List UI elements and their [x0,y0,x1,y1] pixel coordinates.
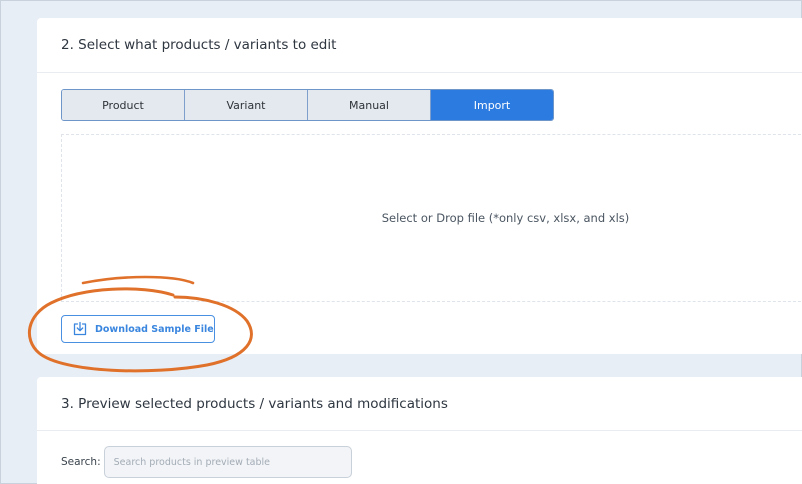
divider [37,72,802,73]
download-sample-file-label: Download Sample File [95,323,214,335]
section-title-select: 2. Select what products / variants to ed… [61,37,337,53]
tab-import[interactable]: Import [431,90,553,120]
select-products-card: 2. Select what products / variants to ed… [37,18,802,354]
search-label: Search: [61,456,101,468]
tab-product[interactable]: Product [62,90,185,120]
divider [37,430,802,431]
tab-manual[interactable]: Manual [308,90,431,120]
search-row: Search: [61,446,352,478]
section-title-preview: 3. Preview selected products / variants … [61,396,448,412]
search-input[interactable] [103,446,352,478]
download-sample-file-button[interactable]: Download Sample File [61,315,215,343]
selection-mode-tabs: Product Variant Manual Import [61,89,554,121]
file-dropzone[interactable]: Select or Drop file (*only csv, xlsx, an… [61,134,802,302]
download-tray-icon [72,321,88,337]
dropzone-text: Select or Drop file (*only csv, xlsx, an… [381,211,630,225]
tab-variant[interactable]: Variant [185,90,308,120]
preview-card: 3. Preview selected products / variants … [37,377,802,484]
